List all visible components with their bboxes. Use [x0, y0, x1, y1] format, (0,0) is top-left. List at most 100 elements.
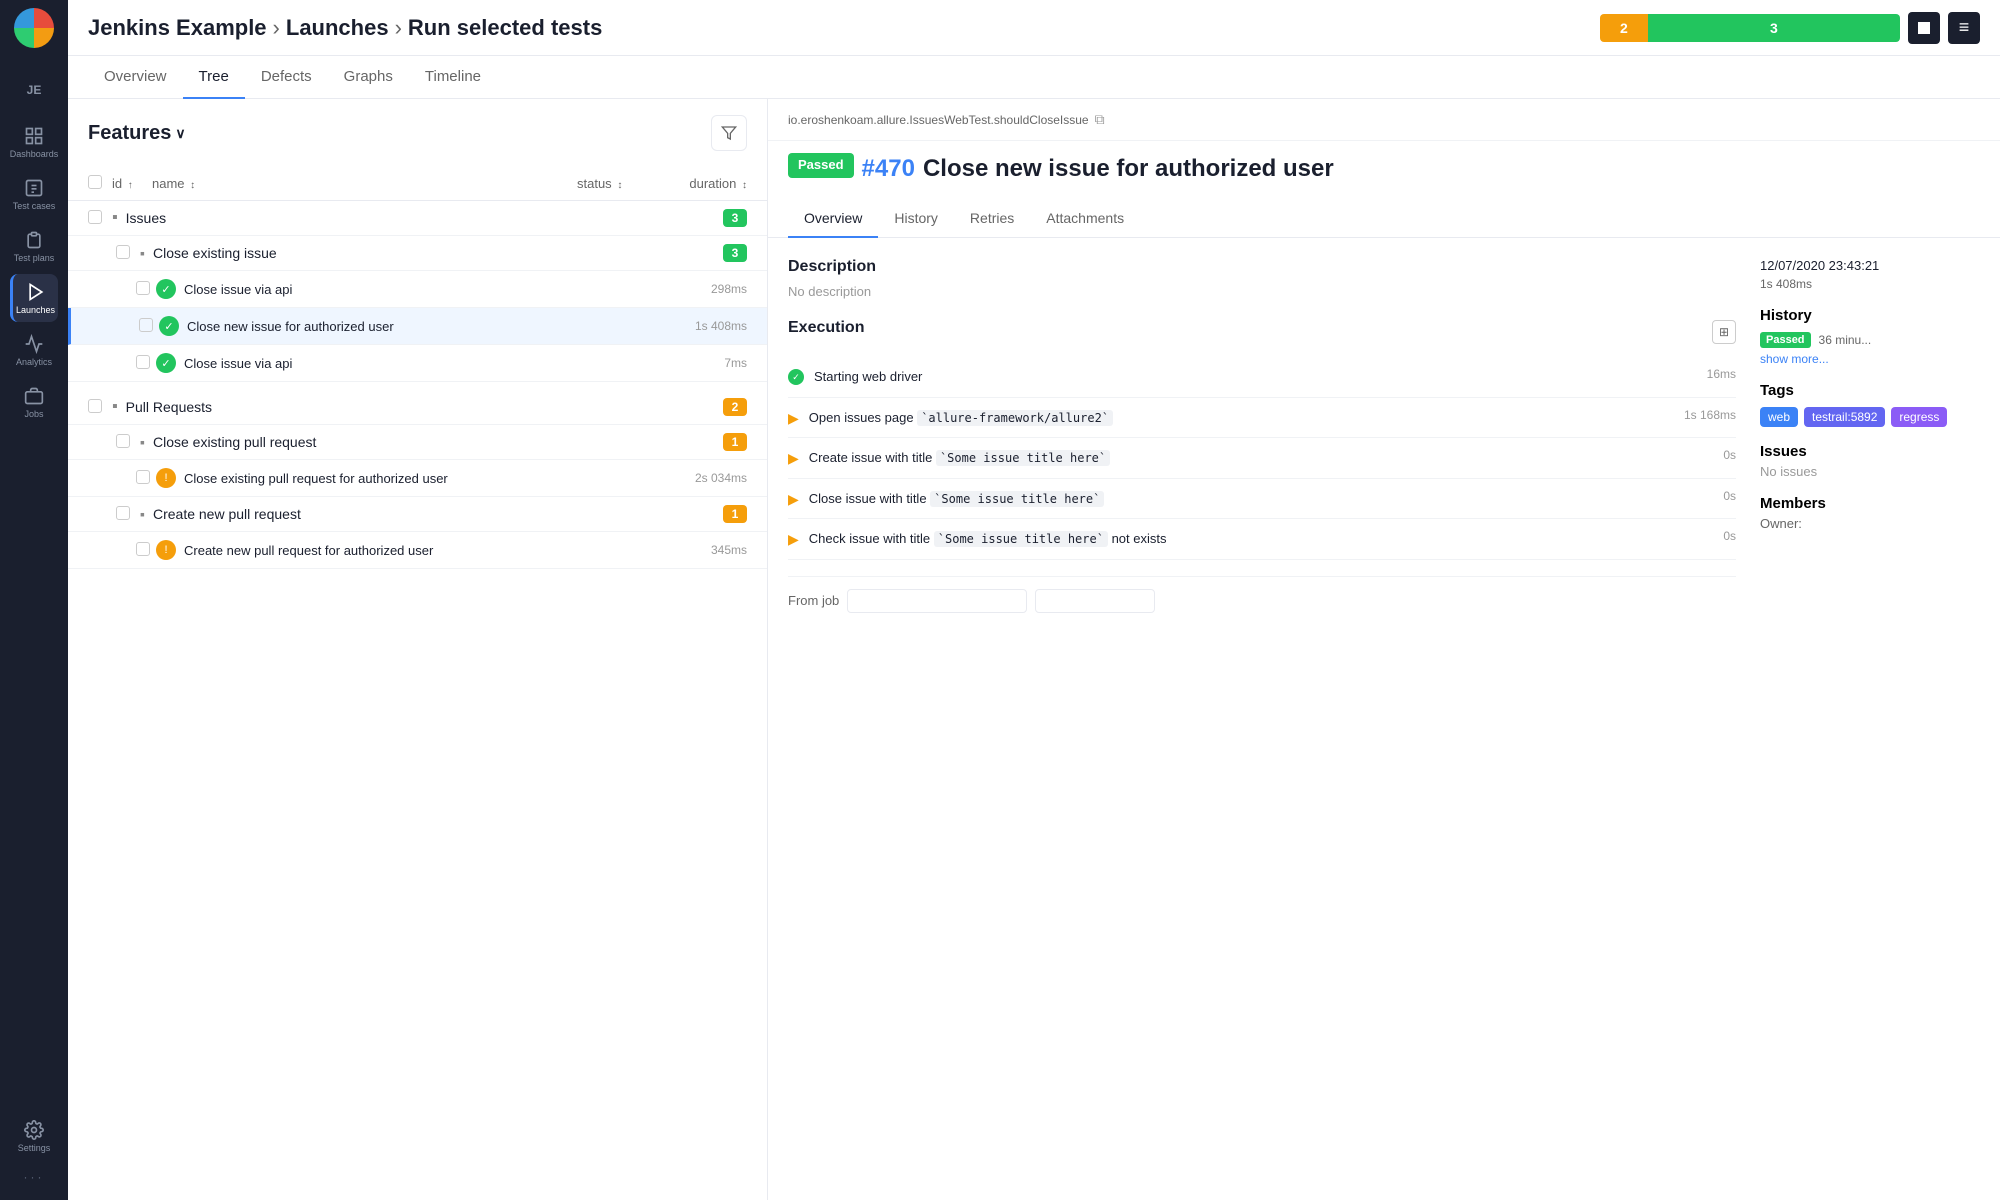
history-title: History: [1760, 307, 1980, 324]
tab-defects[interactable]: Defects: [245, 56, 328, 99]
issues-checkbox[interactable]: [88, 210, 102, 224]
breadcrumb-sep1: ›: [273, 15, 280, 41]
test5-checkbox[interactable]: [136, 542, 150, 556]
test1-checkbox[interactable]: [136, 281, 150, 295]
sidebar-item-settings-label: Settings: [18, 1143, 51, 1153]
menu-button[interactable]: ≡: [1948, 12, 1980, 44]
detail-tab-history[interactable]: History: [878, 200, 954, 238]
expand-all-button[interactable]: ⊞: [1712, 320, 1736, 344]
step3-chevron-icon: ▶: [788, 450, 799, 467]
sidebar-item-test-plans[interactable]: Test plans: [10, 222, 58, 270]
filter-button[interactable]: [711, 115, 747, 151]
test-row-close-via-api-2[interactable]: ✓ Close issue via api 7ms: [68, 345, 767, 382]
copy-path-icon[interactable]: ⧉: [1095, 111, 1105, 128]
tag-regress[interactable]: regress: [1891, 407, 1947, 427]
step-starting-webdriver[interactable]: ✓ Starting web driver 16ms: [788, 357, 1736, 398]
close-existing-issue-name: Close existing issue: [153, 245, 723, 261]
test2-name: Close new issue for authorized user: [187, 319, 677, 334]
test-row-close-via-api-1[interactable]: ✓ Close issue via api 298ms: [68, 271, 767, 308]
detail-tab-attachments[interactable]: Attachments: [1030, 200, 1140, 238]
step-check-issue[interactable]: ▶ Check issue with title `Some issue tit…: [788, 519, 1736, 560]
features-title[interactable]: Features ∨: [88, 122, 186, 145]
sidebar-item-jobs[interactable]: Jobs: [10, 378, 58, 426]
settings-icon: [24, 1120, 44, 1140]
test4-checkbox[interactable]: [136, 470, 150, 484]
step-open-issues-page[interactable]: ▶ Open issues page `allure-framework/all…: [788, 398, 1736, 439]
tag-web[interactable]: web: [1760, 407, 1798, 427]
main-content: Jenkins Example › Launches › Run selecte…: [68, 0, 2000, 1200]
breadcrumb-section[interactable]: Launches: [286, 15, 389, 41]
stop-button[interactable]: [1908, 12, 1940, 44]
history-status-badge: Passed: [1760, 332, 1811, 348]
close-existing-pr-checkbox[interactable]: [116, 434, 130, 448]
issue-number[interactable]: #470: [862, 153, 915, 184]
fail-count: 2: [1600, 14, 1648, 42]
pass-count: 3: [1648, 14, 1900, 42]
features-header: Features ∨: [68, 99, 767, 167]
test3-checkbox[interactable]: [136, 355, 150, 369]
test-row-create-pr-authorized[interactable]: ! Create new pull request for authorized…: [68, 532, 767, 569]
members-title: Members: [1760, 495, 1980, 512]
test-row-close-pr-authorized[interactable]: ! Close existing pull request for author…: [68, 460, 767, 497]
tab-graphs[interactable]: Graphs: [328, 56, 409, 99]
subgroup-close-existing-pr[interactable]: ▪ Close existing pull request 1: [68, 425, 767, 460]
app-logo[interactable]: [14, 8, 54, 48]
sidebar-item-test-cases[interactable]: Test cases: [10, 170, 58, 218]
sidebar-item-launches[interactable]: Launches: [10, 274, 58, 322]
create-new-pr-name: Create new pull request: [153, 506, 723, 522]
close-existing-folder-icon: ▪: [140, 245, 145, 261]
close-existing-issue-checkbox[interactable]: [116, 245, 130, 259]
analytics-icon: [24, 334, 44, 354]
th-duration[interactable]: duration ↕: [657, 176, 747, 191]
th-name[interactable]: name ↕: [152, 176, 577, 191]
sidebar-item-analytics[interactable]: Analytics: [10, 326, 58, 374]
step2-duration: 1s 168ms: [1684, 408, 1736, 422]
pull-requests-checkbox[interactable]: [88, 399, 102, 413]
step-create-issue[interactable]: ▶ Create issue with title `Some issue ti…: [788, 438, 1736, 479]
sidebar-item-je-label: JE: [27, 83, 42, 97]
th-id[interactable]: id ↑: [112, 176, 152, 191]
sidebar-item-je[interactable]: JE: [10, 66, 58, 114]
step4-chevron-icon: ▶: [788, 491, 799, 508]
detail-tab-retries[interactable]: Retries: [954, 200, 1030, 238]
test2-checkbox[interactable]: [139, 318, 153, 332]
close-existing-pr-count: 1: [723, 433, 747, 451]
test-row-close-authorized[interactable]: ✓ Close new issue for authorized user 1s…: [68, 308, 767, 345]
tag-testrail[interactable]: testrail:5892: [1804, 407, 1885, 427]
select-all-checkbox[interactable]: [88, 175, 102, 189]
step4-duration: 0s: [1723, 489, 1736, 503]
id-sort-icon: ↑: [128, 180, 133, 191]
step-close-issue[interactable]: ▶ Close issue with title `Some issue tit…: [788, 479, 1736, 520]
tab-tree[interactable]: Tree: [183, 56, 245, 99]
page-header: Jenkins Example › Launches › Run selecte…: [68, 0, 2000, 56]
test3-name: Close issue via api: [184, 356, 677, 371]
th-status[interactable]: status ↕: [577, 176, 657, 191]
sidebar-dots: ···: [16, 1162, 53, 1192]
test4-status-icon: !: [156, 468, 176, 488]
status-sort-icon: ↕: [617, 180, 622, 191]
step1-status-icon: ✓: [788, 369, 804, 385]
step2-chevron-icon: ▶: [788, 410, 799, 427]
from-job-input2[interactable]: [1035, 589, 1155, 613]
group-pull-requests[interactable]: ▪ Pull Requests 2: [68, 390, 767, 425]
subgroup-close-existing-issue[interactable]: ▪ Close existing issue 3: [68, 236, 767, 271]
sidebar-item-jobs-label: Jobs: [24, 409, 43, 419]
breadcrumb-project[interactable]: Jenkins Example: [88, 15, 267, 41]
sidebar-item-settings[interactable]: Settings: [10, 1112, 58, 1160]
test1-duration: 298ms: [677, 282, 747, 296]
content-area: Features ∨ id ↑ name ↕: [68, 99, 2000, 1200]
tab-timeline[interactable]: Timeline: [409, 56, 497, 99]
tab-overview[interactable]: Overview: [88, 56, 183, 99]
group-issues[interactable]: ▪ Issues 3: [68, 201, 767, 236]
sidebar-item-dashboards[interactable]: Dashboards: [10, 118, 58, 166]
test-plans-icon: [24, 230, 44, 250]
breadcrumb-sep2: ›: [395, 15, 402, 41]
detail-tab-overview[interactable]: Overview: [788, 200, 878, 238]
table-header: id ↑ name ↕ status ↕ duration ↕: [68, 167, 767, 201]
pull-requests-name: Pull Requests: [126, 399, 723, 415]
subgroup-create-new-pr[interactable]: ▪ Create new pull request 1: [68, 497, 767, 532]
show-more-link[interactable]: show more...: [1760, 352, 1980, 366]
from-job-input[interactable]: [847, 589, 1027, 613]
step2-text: Open issues page `allure-framework/allur…: [809, 408, 1674, 428]
create-new-pr-checkbox[interactable]: [116, 506, 130, 520]
